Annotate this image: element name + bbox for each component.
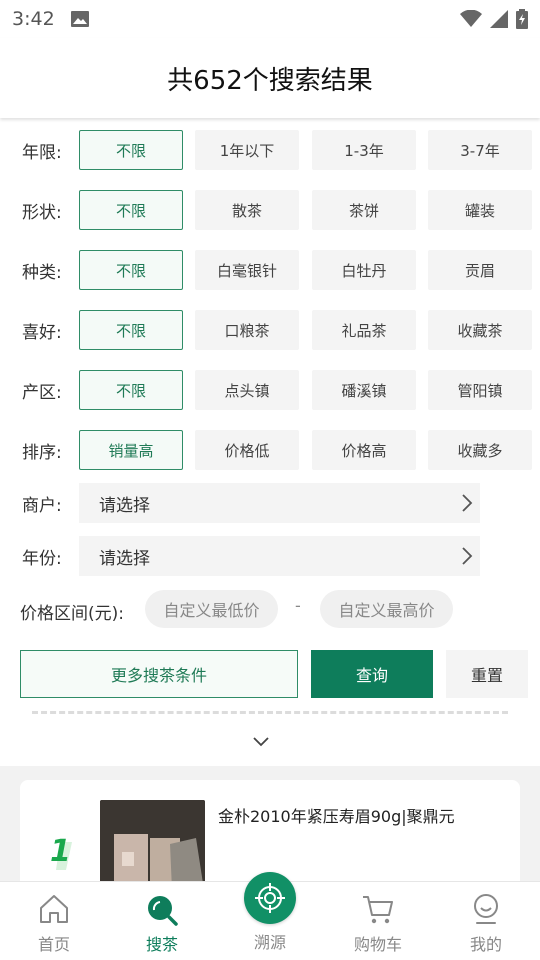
price-range-separator: - bbox=[295, 596, 301, 615]
filter-row-region: 产区: 不限 点头镇 磻溪镇 管阳镇 bbox=[0, 370, 540, 410]
chip-shape-cake[interactable]: 茶饼 bbox=[312, 190, 416, 230]
merchant-select[interactable]: 请选择 bbox=[79, 483, 480, 523]
status-time: 3:42 bbox=[12, 8, 55, 30]
nav-label: 购物车 bbox=[353, 935, 402, 954]
chevron-down-icon[interactable] bbox=[252, 736, 270, 748]
chip-shape-canned[interactable]: 罐装 bbox=[428, 190, 532, 230]
filter-label: 种类: bbox=[22, 262, 62, 283]
signal-icon bbox=[490, 10, 508, 28]
chevron-right-icon bbox=[462, 547, 473, 565]
chip-type-all[interactable]: 不限 bbox=[79, 250, 183, 290]
price-max-input[interactable]: 自定义最高价 bbox=[320, 590, 453, 628]
year-label: 年份: bbox=[22, 548, 62, 569]
battery-icon bbox=[516, 9, 528, 29]
year-select[interactable]: 请选择 bbox=[79, 536, 480, 576]
bottom-nav: 首页 搜茶 溯源 购物车 我的 bbox=[0, 872, 540, 960]
merchant-label: 商户: bbox=[22, 495, 62, 516]
nav-label: 我的 bbox=[469, 935, 502, 954]
status-right bbox=[460, 9, 528, 29]
home-icon bbox=[40, 895, 68, 923]
filter-row-preference: 喜好: 不限 口粮茶 礼品茶 收藏茶 bbox=[0, 310, 540, 350]
nav-cart[interactable]: 购物车 bbox=[324, 882, 432, 960]
chip-region-all[interactable]: 不限 bbox=[79, 370, 183, 410]
merchant-row: 商户: 请选择 bbox=[0, 483, 540, 523]
search-tea-icon bbox=[148, 896, 178, 926]
chip-years-1-3[interactable]: 1-3年 bbox=[312, 130, 416, 170]
chip-sort-price-low[interactable]: 价格低 bbox=[195, 430, 299, 470]
year-row: 年份: 请选择 bbox=[0, 536, 540, 576]
nav-label: 溯源 bbox=[253, 933, 286, 952]
page-header: 共652个搜索结果 bbox=[0, 38, 540, 118]
filter-row-years: 年限: 不限 1年以下 1-3年 3-7年 bbox=[0, 130, 540, 170]
product-title: 金朴2010年紧压寿眉90g|聚鼎元 bbox=[218, 807, 455, 826]
filter-label: 喜好: bbox=[22, 322, 62, 343]
chip-preference-gift[interactable]: 礼品茶 bbox=[312, 310, 416, 350]
chevron-right-icon bbox=[462, 494, 473, 512]
wifi-icon bbox=[460, 10, 482, 27]
chip-sort-sales[interactable]: 销量高 bbox=[79, 430, 183, 470]
chip-region-panxi[interactable]: 磻溪镇 bbox=[312, 370, 416, 410]
chip-years-all[interactable]: 不限 bbox=[79, 130, 183, 170]
rank-number: 1 bbox=[50, 834, 71, 869]
chip-years-under1[interactable]: 1年以下 bbox=[195, 130, 299, 170]
chip-type-white-peony[interactable]: 白牡丹 bbox=[312, 250, 416, 290]
filter-label: 形状: bbox=[22, 202, 62, 223]
cart-icon bbox=[363, 896, 393, 924]
divider bbox=[32, 711, 508, 714]
chip-sort-price-high[interactable]: 价格高 bbox=[312, 430, 416, 470]
status-bar: 3:42 bbox=[0, 0, 540, 38]
query-button[interactable]: 查询 bbox=[311, 650, 433, 698]
nav-trace[interactable]: 溯源 bbox=[216, 872, 324, 960]
chip-shape-all[interactable]: 不限 bbox=[79, 190, 183, 230]
price-range-row: 价格区间(元): 自定义最低价 - 自定义最高价 bbox=[0, 590, 540, 630]
chip-region-diantou[interactable]: 点头镇 bbox=[195, 370, 299, 410]
year-value: 请选择 bbox=[99, 548, 150, 569]
price-range-label: 价格区间(元): bbox=[20, 604, 124, 624]
page-title: 共652个搜索结果 bbox=[167, 65, 373, 96]
more-conditions-button[interactable]: 更多搜茶条件 bbox=[20, 650, 298, 698]
image-notification-icon bbox=[70, 11, 89, 27]
trace-icon bbox=[244, 872, 296, 924]
chip-region-guanyang[interactable]: 管阳镇 bbox=[428, 370, 532, 410]
filter-row-sort: 排序: 销量高 价格低 价格高 收藏多 bbox=[0, 430, 540, 470]
chip-sort-favorites[interactable]: 收藏多 bbox=[428, 430, 532, 470]
nav-label: 首页 bbox=[37, 935, 70, 954]
merchant-value: 请选择 bbox=[99, 495, 150, 516]
filter-label: 排序: bbox=[22, 442, 62, 463]
chip-years-3-7[interactable]: 3-7年 bbox=[428, 130, 532, 170]
rank-badge: 1 bbox=[46, 834, 86, 874]
chip-preference-collection[interactable]: 收藏茶 bbox=[428, 310, 532, 350]
price-min-input[interactable]: 自定义最低价 bbox=[145, 590, 278, 628]
filter-label: 年限: bbox=[22, 142, 62, 163]
chip-type-silver-needle[interactable]: 白毫银针 bbox=[195, 250, 299, 290]
chip-preference-daily[interactable]: 口粮茶 bbox=[195, 310, 299, 350]
profile-icon bbox=[474, 894, 498, 924]
nav-home[interactable]: 首页 bbox=[0, 882, 108, 960]
filter-label: 产区: bbox=[22, 382, 62, 403]
filter-row-shape: 形状: 不限 散茶 茶饼 罐装 bbox=[0, 190, 540, 230]
chip-shape-loose[interactable]: 散茶 bbox=[195, 190, 299, 230]
product-image[interactable] bbox=[100, 800, 205, 890]
reset-button[interactable]: 重置 bbox=[446, 650, 528, 698]
chip-preference-all[interactable]: 不限 bbox=[79, 310, 183, 350]
nav-label: 搜茶 bbox=[145, 935, 178, 954]
filter-row-type: 种类: 不限 白毫银针 白牡丹 贡眉 bbox=[0, 250, 540, 290]
nav-search-tea[interactable]: 搜茶 bbox=[108, 882, 216, 960]
chip-type-gongmei[interactable]: 贡眉 bbox=[428, 250, 532, 290]
nav-profile[interactable]: 我的 bbox=[432, 882, 540, 960]
